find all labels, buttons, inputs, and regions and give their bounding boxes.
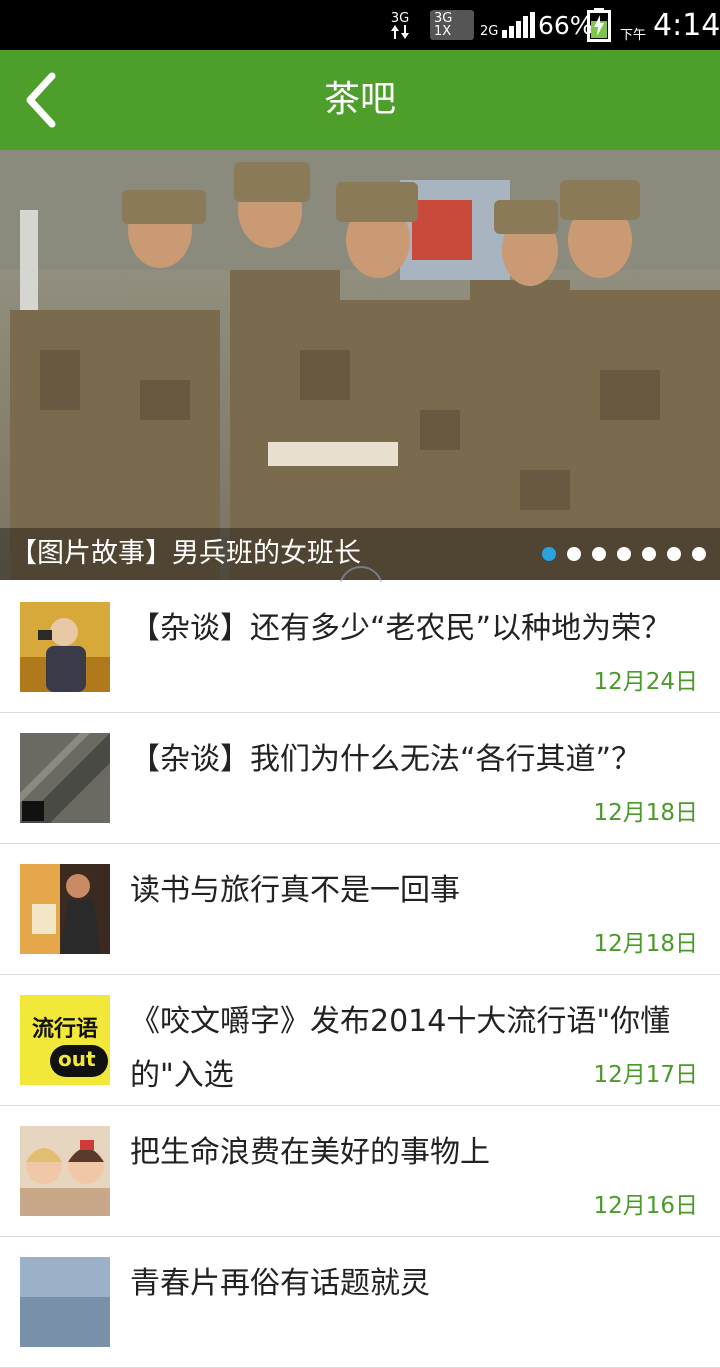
battery-percent: 66% <box>538 10 594 40</box>
list-item[interactable]: 【杂谈】我们为什么无法“各行其道”？ 12月18日 <box>0 713 720 844</box>
article-thumbnail <box>20 1126 110 1216</box>
article-date: 12月24日 <box>593 669 698 695</box>
list-item[interactable]: 流行语 out 《咬文嚼字》发布2014十大流行语"你懂的"入选 12月17日 <box>0 975 720 1106</box>
carousel-dot[interactable] <box>567 547 581 561</box>
status-bar: 3G 3G 1X 2G 66% 下午 4:14 <box>0 0 720 50</box>
article-thumbnail <box>20 602 110 692</box>
article-title: 青春片再俗有话题就灵 <box>130 1266 430 1301</box>
list-item[interactable]: 读书与旅行真不是一回事 12月18日 <box>0 844 720 975</box>
banner-carousel[interactable]: 【图片故事】男兵班的女班长 <box>0 150 720 580</box>
banner-caption: 【图片故事】男兵班的女班长 <box>10 538 361 569</box>
article-title: 把生命浪费在美好的事物上 <box>130 1135 490 1170</box>
carousel-dot[interactable] <box>617 547 631 561</box>
page-title: 茶吧 <box>323 79 396 120</box>
mobile-data-indicator: 3G <box>390 0 410 50</box>
network-2g-label: 2G <box>480 23 499 39</box>
list-item[interactable]: 青春片再俗有话题就灵 <box>0 1237 720 1368</box>
article-thumbnail <box>20 1257 110 1347</box>
article-date: 12月17日 <box>593 1062 698 1088</box>
list-item[interactable]: 【杂谈】还有多少“老农民”以种地为荣？ 12月24日 <box>0 582 720 713</box>
app-bar: 茶吧 <box>0 50 720 150</box>
signal-bars-icon <box>502 12 536 38</box>
carousel-dot[interactable] <box>692 547 706 561</box>
list-item[interactable]: 把生命浪费在美好的事物上 12月16日 <box>0 1106 720 1237</box>
carousel-dot[interactable] <box>642 547 656 561</box>
article-list: 【杂谈】还有多少“老农民”以种地为荣？ 12月24日 【杂谈】我们为什么无法“各… <box>0 582 720 1368</box>
carousel-dot[interactable] <box>592 547 606 561</box>
article-thumbnail <box>20 864 110 954</box>
article-date: 12月16日 <box>593 1193 698 1219</box>
article-title: 【杂谈】还有多少“老农民”以种地为荣？ <box>130 611 672 646</box>
carousel-dot[interactable] <box>667 547 681 561</box>
article-thumbnail: 流行语 out <box>20 995 110 1085</box>
out-thumb-text: out <box>58 1047 96 1071</box>
sim1-signal: 3G 1X <box>430 0 474 50</box>
clock-time: 4:14 <box>653 7 720 43</box>
article-title: 【杂谈】我们为什么无法“各行其道”？ <box>130 742 642 777</box>
carousel-indicator <box>542 528 706 580</box>
carousel-dot[interactable] <box>542 547 556 561</box>
data-transfer-icon <box>391 24 409 39</box>
buzzword-thumb-text: 流行语 <box>31 1017 98 1042</box>
article-date: 12月18日 <box>593 800 698 826</box>
sim1-1x-label: 1X <box>434 24 452 39</box>
article-date: 12月18日 <box>593 931 698 957</box>
banner-photo <box>0 150 720 580</box>
battery-charging-icon <box>587 0 611 50</box>
article-thumbnail <box>20 733 110 823</box>
article-title: 读书与旅行真不是一回事 <box>130 873 460 908</box>
network-3g-label: 3G <box>390 10 410 26</box>
sim2-signal: 2G <box>480 0 538 50</box>
